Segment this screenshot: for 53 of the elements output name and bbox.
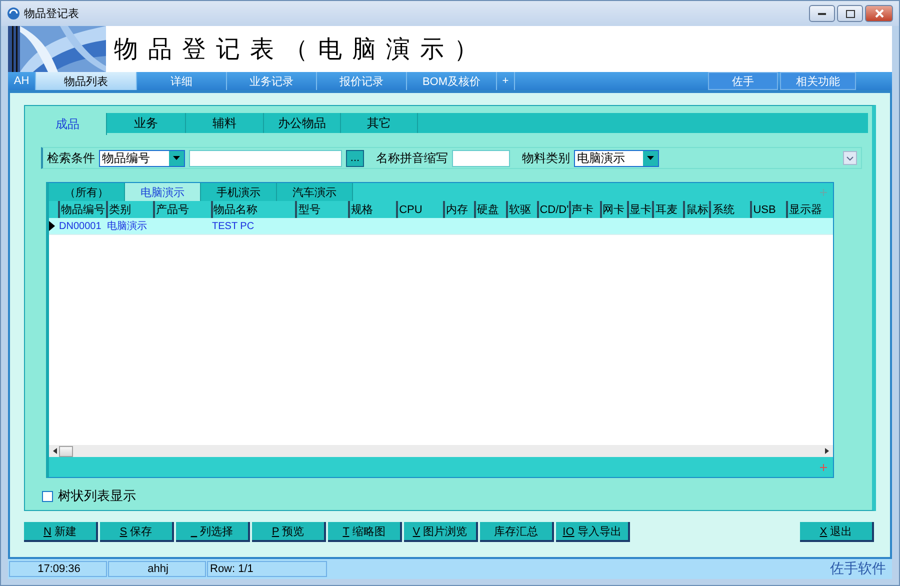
plus-icon xyxy=(820,188,827,196)
exit-button[interactable]: X 退出 xyxy=(800,522,874,542)
tree-view-label: 树状列表显示 xyxy=(58,487,136,505)
scroll-left-icon[interactable] xyxy=(53,448,57,454)
row-pointer-icon xyxy=(49,221,55,231)
status-row: Row: 1/1 xyxy=(207,561,327,577)
brand-label: 佐手软件 xyxy=(830,560,886,578)
search-field[interactable] xyxy=(189,150,342,166)
status-time: 17:09:36 xyxy=(9,561,107,577)
criteria-label: 检索条件 xyxy=(47,150,95,166)
toolbar-button[interactable]: S 保存 xyxy=(100,522,174,542)
pinyin-field[interactable] xyxy=(452,150,510,166)
horizontal-scrollbar[interactable] xyxy=(49,445,833,457)
tree-view-checkbox[interactable] xyxy=(42,490,53,502)
toolbar-button[interactable]: P 预览 xyxy=(252,522,326,542)
table-cell-text: TEST PC xyxy=(211,220,256,234)
dropdown-arrow-icon xyxy=(647,156,654,160)
maximize-icon xyxy=(846,10,854,18)
close-icon xyxy=(874,9,884,18)
toolbar-button[interactable]: N 新建 xyxy=(24,522,98,542)
sub-tab[interactable]: 汽车演示 xyxy=(277,183,353,201)
sub-tab[interactable]: 手机演示 xyxy=(201,183,277,201)
status-user: ahhj xyxy=(108,561,206,577)
minimize-button[interactable] xyxy=(809,5,835,22)
toolbar-button[interactable]: _ 列选择 xyxy=(176,522,250,542)
criteria-dropdown[interactable]: 物品编号 xyxy=(99,150,185,166)
expand-button[interactable] xyxy=(843,151,857,165)
window-title: 物品登记表 xyxy=(24,7,80,21)
chevron-down-icon xyxy=(846,156,854,160)
sub-tab[interactable]: （所有） xyxy=(49,183,125,201)
nav-tab[interactable]: 物品列表 xyxy=(36,72,137,90)
sub-tab[interactable]: 电脑演示 xyxy=(125,183,201,201)
browse-button[interactable]: ... xyxy=(346,150,364,166)
table-cell-text: 电脑演示 xyxy=(106,220,148,234)
material-dropdown[interactable]: 电脑演示 xyxy=(574,150,659,166)
toolbar-button[interactable]: T 缩略图 xyxy=(328,522,402,542)
banner-title: 物品登记表（电脑演示） xyxy=(114,34,488,65)
minimize-icon xyxy=(818,12,826,15)
scroll-right-icon[interactable] xyxy=(825,448,829,454)
scrollbar-thumb[interactable] xyxy=(59,446,73,456)
material-label: 物料类别 xyxy=(522,150,570,166)
table-cell-text: DN00001 xyxy=(58,220,102,234)
app-icon xyxy=(7,7,20,20)
toolbar-button[interactable]: 库存汇总 xyxy=(480,522,554,542)
toolbar-button[interactable]: IO 导入导出 xyxy=(556,522,630,542)
close-button[interactable] xyxy=(865,5,893,22)
maximize-button[interactable] xyxy=(837,5,863,22)
table-row[interactable]: DN00001 电脑演示 TEST PC xyxy=(49,218,833,235)
dropdown-arrow-icon xyxy=(173,156,180,160)
toolbar-button[interactable]: V 图片浏览 xyxy=(404,522,478,542)
pinyin-label: 名称拼音缩写 xyxy=(376,150,448,166)
plus-icon xyxy=(820,464,827,470)
category-tab[interactable]: 成品 xyxy=(29,113,107,135)
